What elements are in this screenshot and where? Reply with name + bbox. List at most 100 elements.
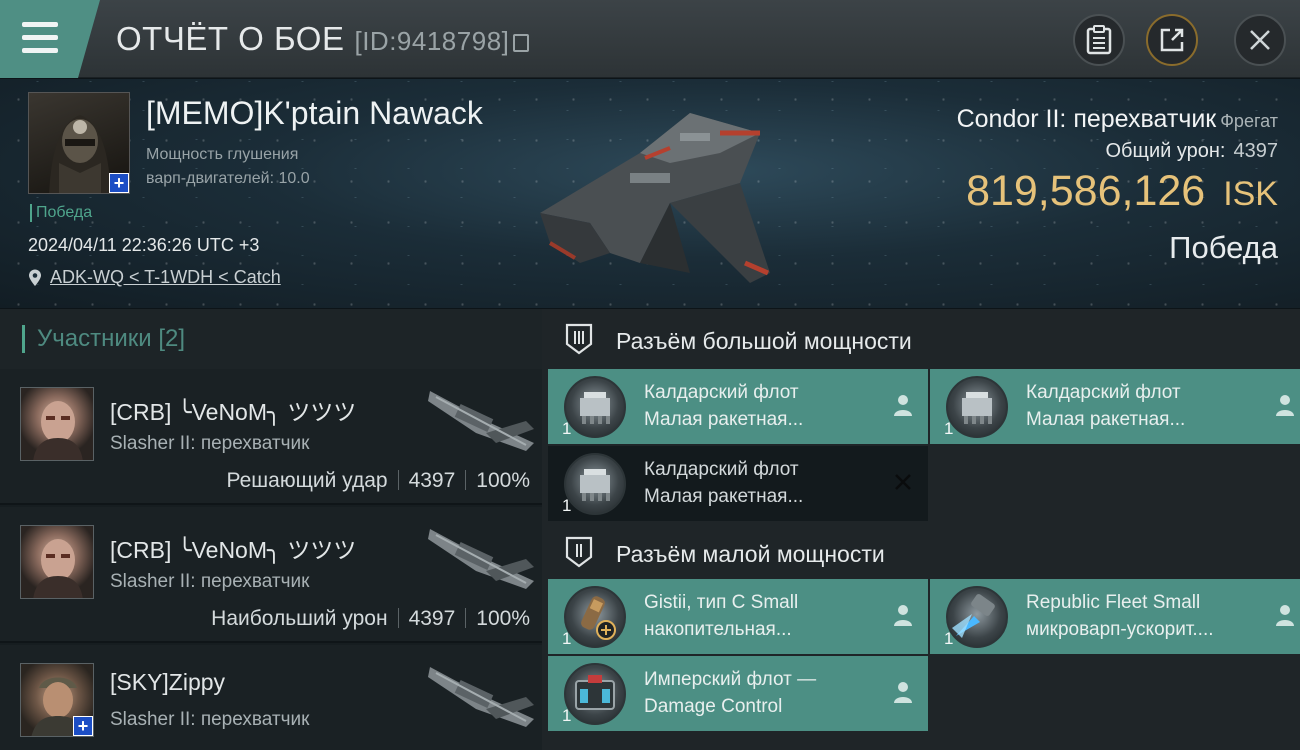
dropped-item-icon [1276,605,1294,626]
close-icon [1250,30,1270,50]
participant-percent: 100% [476,469,530,492]
module-card[interactable]: 1 Калдарский флот Малая ракетная... [930,369,1300,444]
warp-disruption-stat: Мощность глушения варп-двигателей: 10.0 [146,143,310,191]
module-card[interactable]: 1 Republic Fleet Small микроварп-ускорит… [930,579,1300,654]
participants-header[interactable]: Участники [2] [0,309,542,369]
dropped-item-icon [1276,395,1294,416]
module-name-line1: Калдарский флот [1026,382,1181,403]
module-card[interactable]: 1 Калдарский флот Малая ракетная... [548,446,928,521]
participant-ship-image [428,391,534,451]
avatar-image [33,539,83,598]
dropped-item-icon [894,682,912,703]
module-name-line1: Gistii, тип C Small [644,592,799,613]
location-text[interactable]: ADK-WQ < T-1WDH < Catch [50,267,281,288]
avatar[interactable] [20,525,94,599]
ship-name-line[interactable]: Condor II: перехватчик Фрегат [957,105,1278,134]
clipboard-icon [1086,25,1112,55]
module-name-line1: Имперский флот — [644,669,817,690]
share-icon [1160,28,1184,52]
missile-launcher-icon [946,376,1008,438]
module-name-line1: Калдарский флот [644,459,799,480]
damage-control-icon-art [575,675,615,710]
participant-row[interactable]: + [SKY]Zippy Slasher II: перехватчик [0,645,542,750]
share-button[interactable] [1146,14,1198,66]
module-name-line2: накопительная... [644,619,792,640]
avatar[interactable]: + [20,663,94,737]
avatar[interactable] [20,387,94,461]
microwarpdrive-icon [946,586,1008,648]
high-slot-title: Разъём большой мощности [616,328,912,354]
module-quantity: 1 [562,496,572,515]
damage-control-icon [564,663,626,725]
missile-launcher-icon-art [580,392,610,424]
location-pin-icon [29,269,41,286]
divider [465,608,467,628]
module-quantity: 1 [944,629,954,648]
participant-name[interactable]: [CRB] ╰VeNoM╮ ツツツ [110,531,356,565]
microwarpdrive-icon-art [952,594,995,638]
report-id: [ID:9418798] [354,26,510,56]
participant-row[interactable]: [CRB] ╰VeNoM╮ ツツツ Slasher II: перехватчи… [0,507,542,643]
menu-icon [22,22,58,27]
participant-row[interactable]: [CRB] ╰VeNoM╮ ツツツ Slasher II: перехватчи… [0,369,542,505]
clipboard-button[interactable] [1073,14,1125,66]
module-quantity: 1 [562,419,572,438]
module-card[interactable]: 1 Gistii, тип C Small накопительная... [548,579,928,654]
capacitor-battery-icon-art [581,596,616,640]
destroyed-item-icon [895,474,911,490]
missile-launcher-icon-art [580,469,610,501]
module-name-line1: Калдарский флот [644,382,799,403]
add-contact-icon[interactable]: + [109,173,129,193]
low-slot-title: Разъём малой мощности [616,541,885,567]
participant-percent: 100% [476,607,530,630]
page-title: ОТЧЁТ О БОЕ [ID:9418798] [116,20,530,58]
participant-role: Наибольший урон [211,607,388,630]
module-name-line1: Republic Fleet Small [1026,592,1201,613]
participant-name[interactable]: [CRB] ╰VeNoM╮ ツツツ [110,393,356,427]
module-name-line2: микроварп-ускорит.... [1026,619,1214,640]
module-quantity: 1 [562,706,572,725]
close-button[interactable] [1234,14,1286,66]
participant-damage: 4397 [408,607,456,630]
kill-timestamp: 2024/04/11 22:36:26 UTC +3 [28,235,260,255]
participant-name[interactable]: [SKY]Zippy [110,669,225,696]
participant-ship-image [428,529,534,589]
participant-damage: 4397 [408,469,456,492]
page-title-text: ОТЧЁТ О БОЕ [116,20,345,57]
isk-value-line: 819,586,126 ISK [957,167,1278,216]
add-contact-icon[interactable]: + [73,716,93,736]
location-link[interactable]: ADK-WQ < T-1WDH < Catch [28,267,281,288]
missile-launcher-icon [564,453,626,515]
avatar-image [33,401,83,460]
module-card[interactable]: 1 Имперский флот — Damage Control [548,656,928,731]
copy-icon[interactable] [513,34,530,52]
module-name-line2: Малая ракетная... [644,486,804,507]
high-slot-header: Разъём большой мощности [542,309,1300,369]
ship-name[interactable]: Condor II: перехватчик [957,105,1217,133]
isk-value: 819,586,126 [966,167,1206,215]
menu-button[interactable] [0,0,100,78]
high-slot-icon [565,323,593,355]
participant-role: Решающий удар [226,469,388,492]
stat-line: Мощность глушения [146,146,299,163]
dropped-item-icon [894,605,912,626]
victim-avatar[interactable]: + [28,92,130,194]
victim-panel: + [MEMO]K'ptain Nawack Мощность глушения… [0,79,1300,308]
menu-icon-bar [22,48,58,53]
low-slot-icon [565,536,593,568]
low-slot-header: Разъём малой мощности [542,522,1300,582]
module-name-line2: Малая ракетная... [644,409,804,430]
victim-name[interactable]: [MEMO]K'ptain Nawack [146,95,483,132]
top-bar: ОТЧЁТ О БОЕ [ID:9418798] [0,0,1300,78]
capacitor-battery-icon [564,586,626,648]
participants-list[interactable]: [CRB] ╰VeNoM╮ ツツツ Slasher II: перехватчи… [0,369,542,750]
fitting-panel: Разъём большой мощности 1 Калдарский фло… [542,309,1300,750]
victim-ship-image [540,113,770,283]
participant-ship: Slasher II: перехватчик [110,709,310,730]
participant-ship-image [428,667,534,727]
total-damage-label: Общий урон: [1105,140,1226,162]
divider [465,470,467,490]
ship-class: Фрегат [1220,111,1278,131]
module-card[interactable]: 1 Калдарский флот Малая ракетная... [548,369,928,444]
module-quantity: 1 [562,629,572,648]
